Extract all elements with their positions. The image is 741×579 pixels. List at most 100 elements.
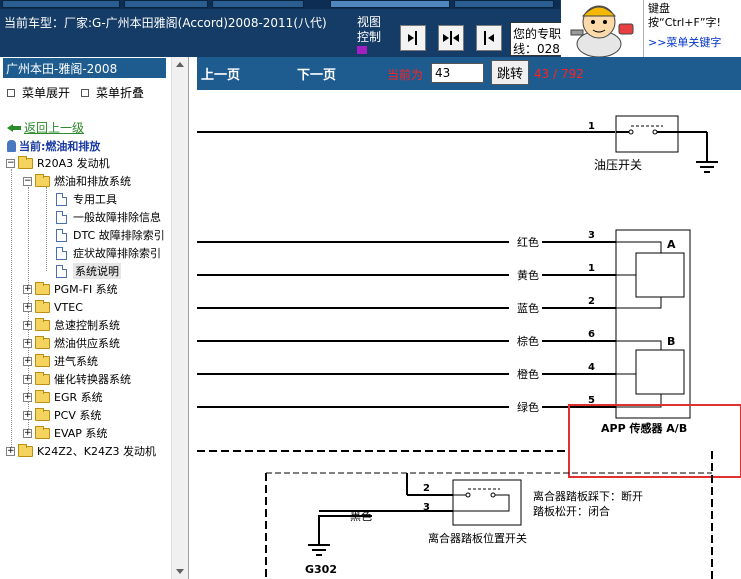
view-left-icon — [484, 31, 494, 45]
back-link-label: 返回上一级 — [24, 121, 85, 135]
tree-item-fuel-supply[interactable]: + 燃油供应系统 — [23, 334, 120, 352]
folder-icon — [35, 407, 50, 421]
current-location: 当前:燃油和排放 — [7, 138, 100, 154]
top-tab[interactable] — [2, 0, 120, 8]
view-indicator — [357, 46, 367, 54]
clutch-pedal-switch: 2 3 黑色 离合器踏板位置开关 离合器踏板踩下：断开 踏板松开：闭合 G302 — [305, 473, 643, 576]
next-page-link[interactable]: 下一页 — [297, 64, 336, 83]
wire-color-label: 绿色 — [517, 400, 539, 414]
expand-toggle-icon[interactable]: + — [23, 374, 32, 384]
tree-item-general-troubleshooting[interactable]: 一般故障排除信息 — [56, 208, 161, 226]
wire-color-label: 蓝色 — [517, 301, 539, 315]
tree-item-label: VTEC — [54, 300, 83, 314]
page-count: 43 / 792 — [534, 67, 584, 81]
tree-item-symptom-index[interactable]: 症状故障排除索引 — [56, 244, 168, 262]
tree-item-k24z[interactable]: + K24Z2、K24Z3 发动机 — [6, 442, 156, 460]
clutch-pin-bottom: 3 — [423, 502, 430, 513]
tree-item-label: 燃油供应系统 — [54, 337, 120, 350]
app-section-a: A — [667, 238, 676, 251]
folder-icon — [35, 389, 50, 403]
tree-item-catalytic[interactable]: + 催化转换器系统 — [23, 370, 131, 388]
search-hint-text: 键盘按“Ctrl+F”字! — [648, 2, 721, 29]
tree-item-label: 专用工具 — [73, 193, 117, 206]
search-hint-box: 键盘按“Ctrl+F”字! >>菜单关键字 — [643, 0, 741, 57]
oil-switch-label: 油压开关 — [594, 158, 642, 172]
back-link[interactable]: 返回上一级 — [7, 119, 84, 136]
tree-item-label: DTC 故障排除索引 — [73, 229, 165, 242]
contact-message: 您的专职 线：028 — [510, 22, 562, 56]
scroll-up-icon[interactable] — [176, 62, 184, 67]
tree-item-dtc-index[interactable]: DTC 故障排除索引 — [56, 226, 168, 244]
top-tab[interactable] — [124, 0, 208, 8]
tree-item-egr[interactable]: + EGR 系统 — [23, 388, 103, 406]
sidebar-title: 广州本田-雅阁-2008 — [3, 58, 166, 78]
wire-pin-label: 2 — [588, 296, 595, 307]
top-tab[interactable] — [330, 0, 450, 8]
collapse-toggle-icon[interactable]: − — [23, 176, 32, 186]
location-icon — [7, 140, 16, 152]
tree-item-label: R20A3 发动机 — [37, 157, 110, 170]
view-split-button[interactable] — [438, 25, 464, 51]
menu-collapse-button[interactable]: 菜单折叠 — [81, 84, 144, 101]
collapse-toggle-icon[interactable]: − — [6, 158, 15, 168]
expand-toggle-icon[interactable]: + — [23, 284, 32, 294]
tree-item-label: 一般故障排除信息 — [73, 211, 161, 224]
tree-item-idle-control[interactable]: + 怠速控制系统 — [23, 316, 120, 334]
wire-color-label: 棕色 — [517, 334, 539, 348]
main-content: 1 油压开关 A B 红色 黄色 蓝色 棕色 橙色 绿色 3 1 2 6 4 5… — [197, 57, 741, 579]
clutch-note-line1: 离合器踏板踩下：断开 — [533, 489, 643, 503]
sidebar: 广州本田-雅阁-2008 菜单展开 菜单折叠 返回上一级 当前:燃油和排放 − … — [0, 57, 189, 579]
menu-keyword-link[interactable]: >>菜单关键字 — [648, 36, 737, 50]
tree-item-label: 进气系统 — [54, 355, 98, 368]
tree-item-fuel-emission[interactable]: − 燃油和排放系统 — [23, 172, 131, 190]
page-number-input[interactable] — [431, 63, 484, 83]
clutch-pin-top: 2 — [423, 483, 430, 494]
menu-collapse-label: 菜单折叠 — [96, 86, 145, 100]
tree-item-vtec[interactable]: + VTEC — [23, 298, 83, 316]
tree-item-pcv[interactable]: + PCV 系统 — [23, 406, 101, 424]
app-section-b: B — [667, 335, 675, 348]
expand-toggle-icon[interactable]: + — [23, 320, 32, 330]
back-arrow-icon — [7, 123, 21, 133]
tree-item-special-tools[interactable]: 专用工具 — [56, 190, 117, 208]
sidebar-scrollbar[interactable] — [171, 57, 188, 579]
tree-guide — [11, 169, 12, 451]
expand-toggle-icon[interactable]: + — [23, 302, 32, 312]
tree-guide — [46, 187, 47, 271]
top-tab[interactable] — [454, 0, 554, 8]
tree-item-pgm-fi[interactable]: + PGM-FI 系统 — [23, 280, 118, 298]
expand-toggle-icon[interactable]: + — [23, 428, 32, 438]
wire-pin-label: 1 — [588, 263, 595, 274]
folder-icon — [35, 335, 50, 349]
expand-toggle-icon[interactable]: + — [6, 446, 15, 456]
menu-expand-button[interactable]: 菜单展开 — [7, 84, 70, 101]
expand-toggle-icon[interactable]: + — [23, 410, 32, 420]
tree-item-r20a3[interactable]: − R20A3 发动机 — [6, 154, 110, 172]
tree-item-intake[interactable]: + 进气系统 — [23, 352, 98, 370]
folder-icon — [35, 173, 50, 187]
jump-button[interactable]: 跳转 — [491, 60, 529, 85]
tree-item-system-description[interactable]: 系统说明 — [56, 262, 121, 280]
collapse-icon — [81, 88, 89, 97]
tree-item-label: PGM-FI 系统 — [54, 283, 118, 296]
expand-toggle-icon[interactable]: + — [23, 356, 32, 366]
view-left-button[interactable] — [476, 25, 502, 51]
expand-toggle-icon[interactable]: + — [23, 392, 32, 402]
scroll-down-icon[interactable] — [176, 569, 184, 574]
prev-page-link[interactable]: 上一页 — [201, 64, 240, 83]
jump-button-label: 跳转 — [496, 67, 523, 82]
folder-icon — [35, 299, 50, 313]
document-icon — [56, 264, 67, 278]
folder-icon — [18, 443, 33, 457]
wire-pin-label: 6 — [588, 329, 595, 340]
tree-item-label: 怠速控制系统 — [54, 319, 120, 332]
expand-toggle-icon[interactable]: + — [23, 338, 32, 348]
folder-icon — [35, 353, 50, 367]
view-right-button[interactable] — [400, 25, 426, 51]
ground-label: G302 — [305, 563, 337, 576]
tree-item-evap[interactable]: + EVAP 系统 — [23, 424, 107, 442]
top-tab[interactable] — [212, 0, 304, 8]
wiring-diagram: 1 油压开关 A B 红色 黄色 蓝色 棕色 橙色 绿色 3 1 2 6 4 5… — [197, 115, 741, 579]
document-icon — [56, 192, 67, 206]
document-icon — [56, 210, 67, 224]
